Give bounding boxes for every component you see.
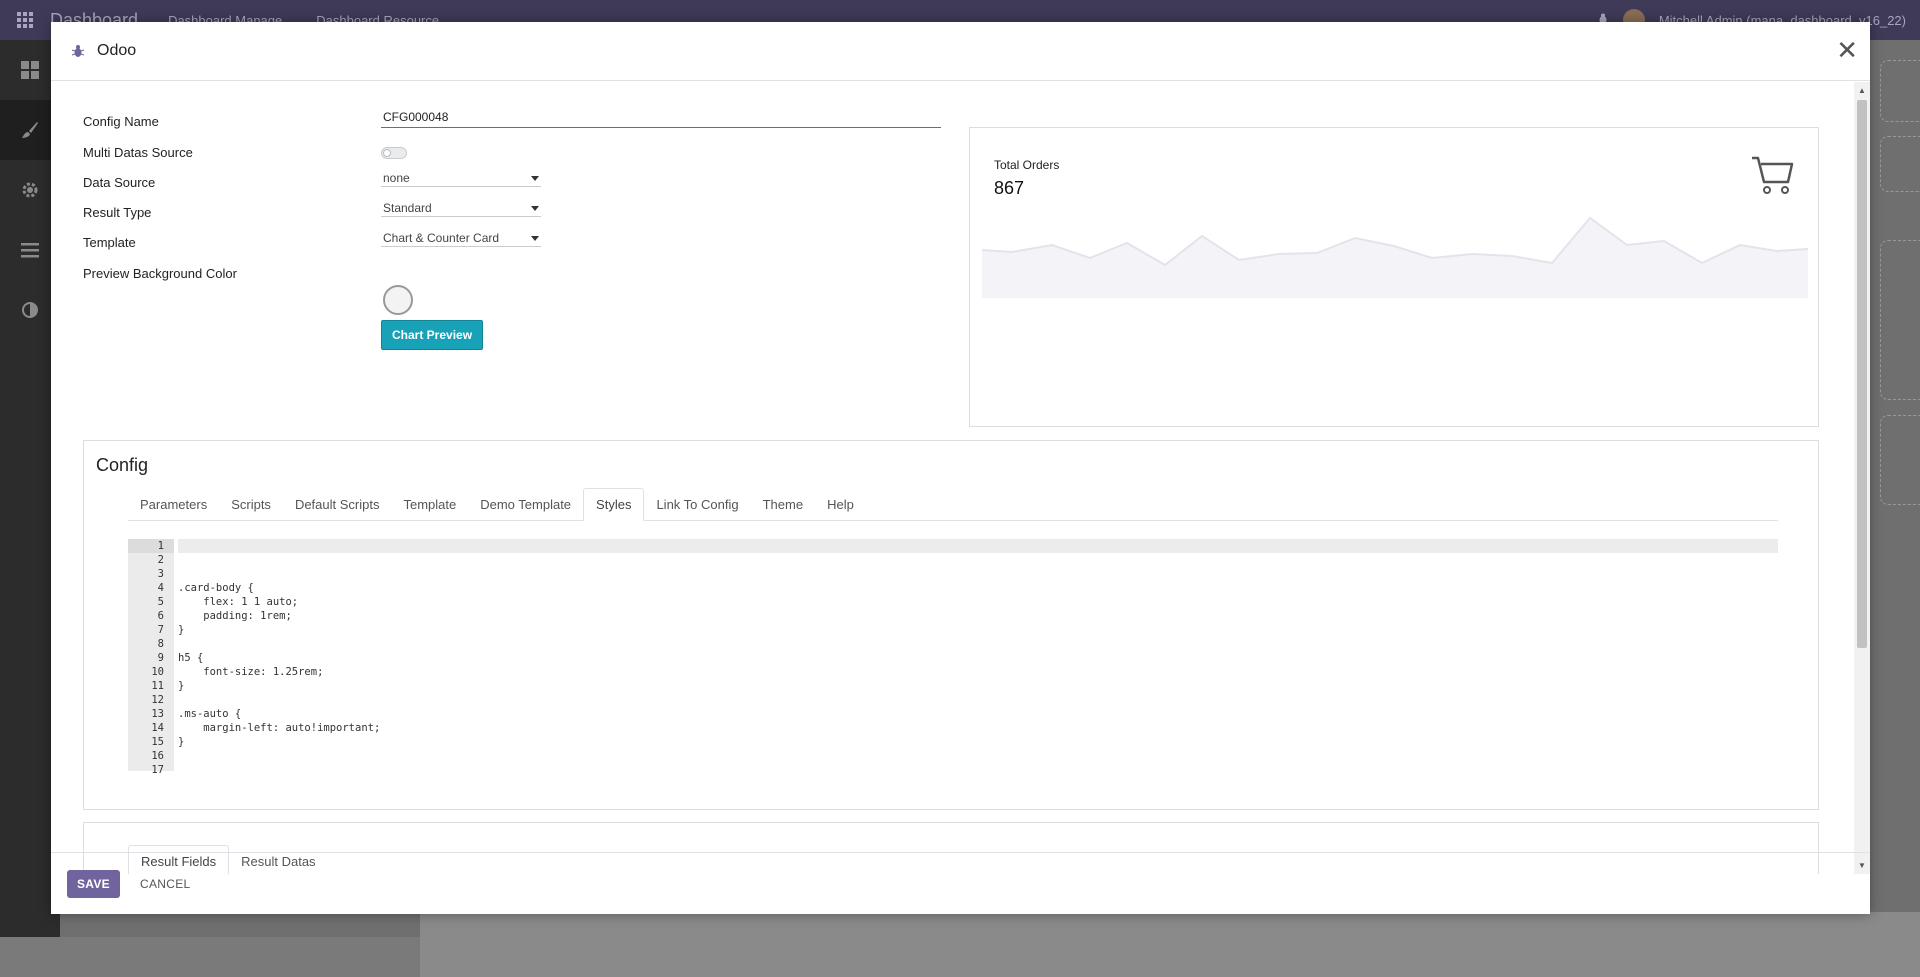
line-number: 10 (151, 666, 164, 678)
code-line[interactable]: } (178, 679, 1778, 693)
code-line[interactable]: h5 { (178, 651, 1778, 665)
template-label: Template (83, 235, 136, 250)
sparkline-chart (982, 216, 1808, 298)
preview-title: Total Orders (994, 158, 1060, 172)
multi-datas-source-toggle[interactable] (381, 147, 407, 159)
chart-preview-button[interactable]: Chart Preview (381, 320, 484, 350)
config-name-input[interactable]: CFG000048 (381, 110, 941, 128)
tab-styles[interactable]: Styles (583, 488, 645, 521)
line-number: 7 (157, 624, 164, 636)
sparkline-area (982, 218, 1808, 298)
code-line[interactable] (178, 567, 1778, 581)
code-line[interactable] (178, 637, 1778, 651)
caret-down-icon (531, 206, 539, 211)
config-dialog: Odoo ✕ Config Name CFG000048 Multi Datas… (51, 22, 1870, 914)
line-number: 2 (157, 554, 164, 566)
save-button[interactable]: SAVE (67, 869, 120, 898)
data-source-select[interactable]: none (381, 169, 541, 187)
styles-code-editor[interactable]: 1 2 3 4 5 6 7 8 9 10 11 12 13 14 15 16 17 .card-body { f… (128, 539, 1778, 776)
tab-template[interactable]: Template (391, 488, 468, 521)
code-line[interactable]: font-size: 1.25rem; (178, 665, 1778, 679)
preview-bg-color-label: Preview Background Color (83, 266, 237, 281)
line-number: 17 (151, 764, 164, 776)
line-number: 12 (151, 694, 164, 706)
preview-value: 867 (994, 178, 1025, 198)
code-line[interactable]: padding: 1rem; (178, 609, 1778, 623)
config-name-label: Config Name (83, 114, 159, 129)
data-source-label: Data Source (83, 175, 156, 190)
line-number: 8 (157, 638, 164, 650)
background-card (1880, 240, 1920, 400)
code-content[interactable]: .card-body { flex: 1 1 auto; padding: 1r… (178, 539, 1778, 777)
code-line[interactable] (178, 749, 1778, 763)
result-type-select[interactable]: Standard (381, 199, 541, 217)
caret-down-icon (531, 236, 539, 241)
preview-bg-color-picker[interactable] (383, 285, 413, 315)
caret-down-icon (531, 176, 539, 181)
result-type-label: Result Type (83, 205, 152, 220)
dialog-header: Odoo ✕ (51, 22, 1870, 81)
close-icon[interactable]: ✕ (1836, 37, 1858, 63)
scrollbar-thumb[interactable] (1857, 100, 1867, 648)
debug-bug-icon (71, 44, 85, 58)
config-title: Config (96, 455, 149, 475)
tab-scripts[interactable]: Scripts (219, 488, 283, 521)
background-strip (420, 912, 1920, 977)
code-line[interactable]: .ms-auto { (178, 707, 1778, 721)
line-number: 4 (157, 582, 164, 594)
tab-parameters[interactable]: Parameters (128, 488, 219, 521)
line-number: 11 (151, 680, 164, 692)
background-card (1880, 415, 1920, 505)
code-line[interactable]: } (178, 623, 1778, 637)
tab-theme[interactable]: Theme (751, 488, 815, 521)
code-line[interactable] (178, 763, 1778, 777)
dialog-body: Config Name CFG000048 Multi Datas Source… (51, 82, 1854, 874)
code-line[interactable] (178, 693, 1778, 707)
background-card (1880, 136, 1920, 192)
cart-icon (1750, 154, 1794, 199)
template-select[interactable]: Chart & Counter Card (381, 229, 541, 247)
tab-link-to-config[interactable]: Link To Config (644, 488, 750, 521)
line-number: 15 (151, 736, 164, 748)
code-line[interactable]: flex: 1 1 auto; (178, 595, 1778, 609)
line-number: 1 (128, 539, 174, 553)
data-source-value: none (383, 170, 410, 185)
chart-preview-card: Total Orders 867 (969, 127, 1819, 427)
result-type-value: Standard (383, 200, 432, 215)
scroll-up-icon[interactable]: ▲ (1858, 86, 1866, 95)
code-line[interactable] (178, 539, 1778, 553)
config-tabs: Parameters Scripts Default Scripts Templ… (128, 488, 1778, 521)
cancel-button[interactable]: CANCEL (134, 870, 196, 898)
dialog-title: Odoo (97, 42, 137, 59)
dialog-footer: SAVE CANCEL (51, 852, 1870, 914)
line-number: 6 (157, 610, 164, 622)
line-number: 3 (157, 568, 164, 580)
line-number: 13 (151, 708, 164, 720)
code-line[interactable]: margin-left: auto!important; (178, 721, 1778, 735)
background-card (1880, 60, 1920, 122)
line-number: 16 (151, 750, 164, 762)
line-number-gutter: 1 2 3 4 5 6 7 8 9 10 11 12 13 14 15 16 17 (128, 539, 174, 776)
code-line[interactable] (178, 553, 1778, 567)
template-value: Chart & Counter Card (383, 230, 500, 245)
line-number: 9 (157, 652, 164, 664)
tab-default-scripts[interactable]: Default Scripts (283, 488, 392, 521)
dialog-scrollbar[interactable]: ▲ ▼ (1854, 82, 1870, 874)
line-number: 5 (157, 596, 164, 608)
config-section: Config Parameters Scripts Default Script… (83, 440, 1819, 810)
line-number: 14 (151, 722, 164, 734)
tab-demo-template[interactable]: Demo Template (468, 488, 583, 521)
tab-help[interactable]: Help (815, 488, 866, 521)
code-line[interactable]: .card-body { (178, 581, 1778, 595)
code-line[interactable]: } (178, 735, 1778, 749)
multi-datas-source-label: Multi Datas Source (83, 145, 193, 160)
apps-menu-icon[interactable] (0, 12, 50, 28)
